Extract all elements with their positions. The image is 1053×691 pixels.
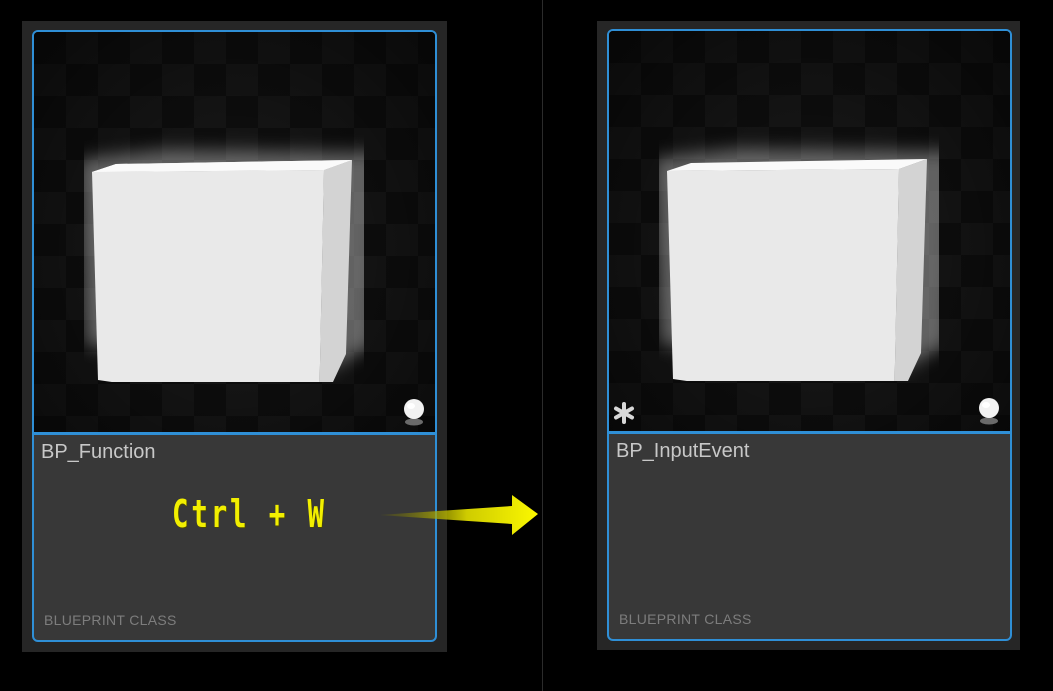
asset-type-label: BLUEPRINT CLASS: [619, 611, 752, 627]
asset-tile-bp-function[interactable]: BP_Function BLUEPRINT CLASS: [32, 30, 437, 642]
right-arrow-icon: [380, 495, 538, 535]
asset-name-label: BP_InputEvent: [616, 440, 750, 462]
asset-type-label: BLUEPRINT CLASS: [44, 612, 177, 628]
asset-name-label: BP_Function: [41, 441, 156, 463]
selection-separator: [609, 431, 1010, 434]
sphere-icon: [979, 398, 999, 425]
sphere-icon: [404, 399, 424, 426]
shortcut-annotation: Ctrl + W: [172, 492, 327, 536]
content-browser-comparison: BP_Function BLUEPRINT CLASS BP_InputEven…: [0, 0, 1053, 691]
panel-divider: [542, 0, 543, 691]
asset-thumbnail: [34, 32, 435, 432]
asset-thumbnail: [609, 31, 1010, 431]
asset-tile-bp-inputevent[interactable]: BP_InputEvent BLUEPRINT CLASS: [607, 29, 1012, 641]
selection-separator: [34, 432, 435, 435]
cube-preview: [84, 150, 364, 382]
cube-preview: [659, 149, 939, 381]
asterisk-icon: [614, 402, 634, 424]
